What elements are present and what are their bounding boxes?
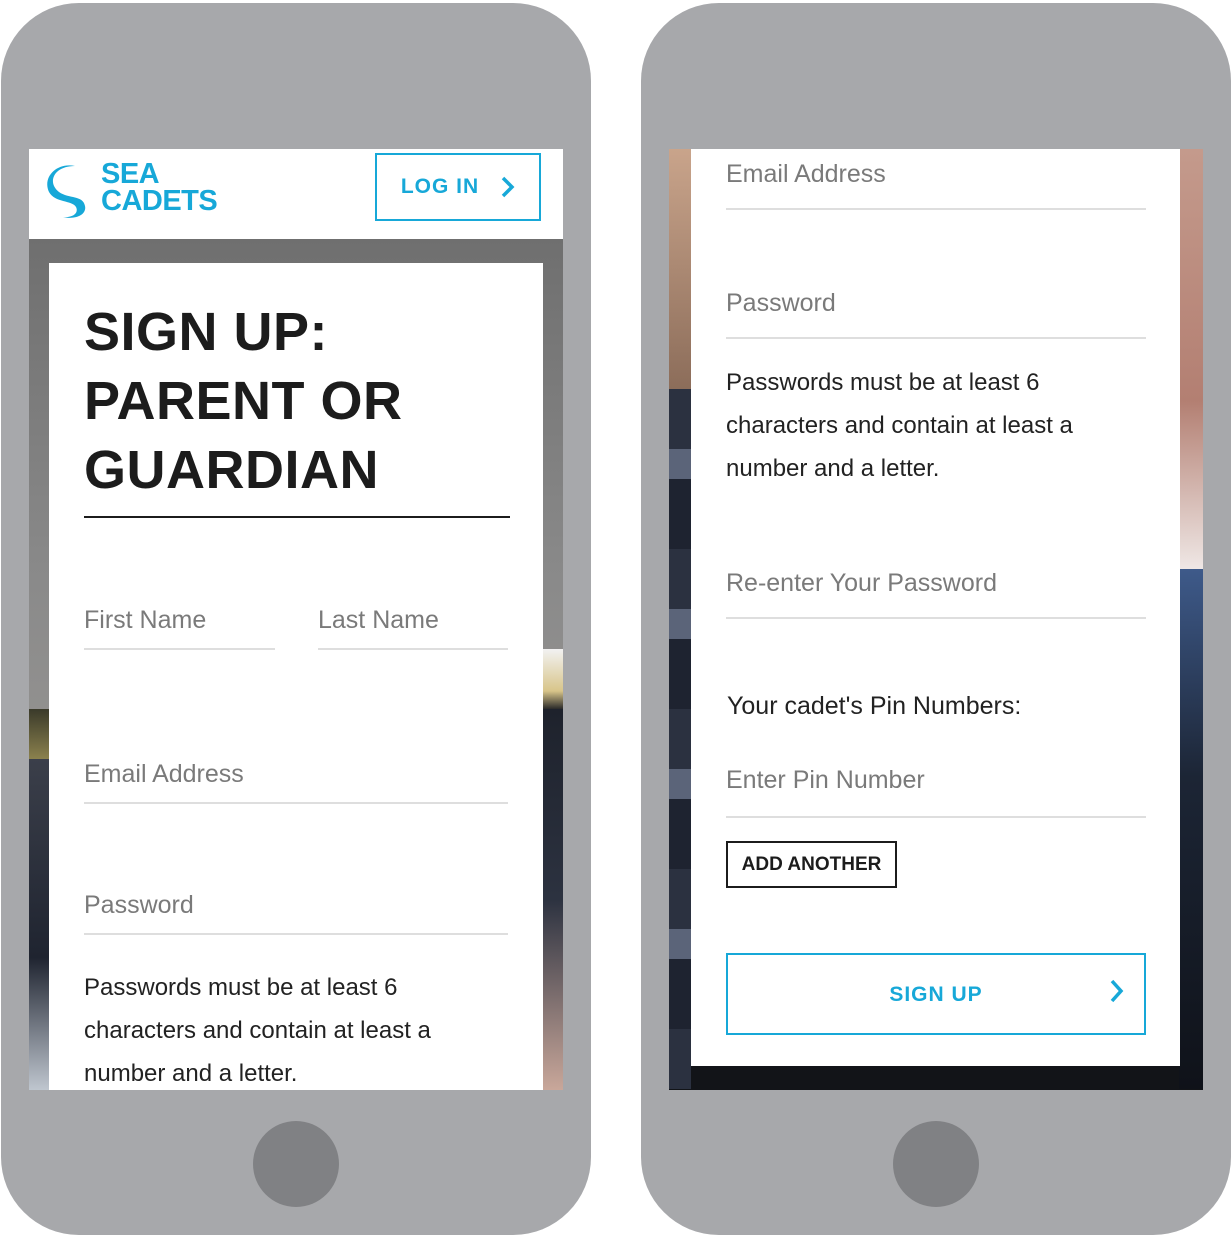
logo-text-sea: SEA <box>101 158 160 190</box>
password-field[interactable]: Password <box>726 289 1146 339</box>
pin-number-field[interactable]: Enter Pin Number <box>726 766 1146 818</box>
phone-frame-right: Email Address Password Passwords must be… <box>641 3 1231 1235</box>
reenter-password-field[interactable]: Re-enter Your Password <box>726 569 1146 619</box>
first-name-field[interactable]: First Name <box>84 606 275 650</box>
add-another-button[interactable]: ADD ANOTHER <box>726 841 897 888</box>
password-hint: Passwords must be at least 6 characters … <box>84 974 431 1087</box>
email-field[interactable]: Email Address <box>726 160 1146 210</box>
sea-cadets-wave-logo-icon <box>47 165 86 218</box>
password-field[interactable]: Password <box>84 891 508 935</box>
sea-cadets-logo[interactable]: SEA CADETS <box>45 158 245 221</box>
pin-numbers-label: Your cadet's Pin Numbers: <box>727 692 1022 720</box>
phone-screen-left: SEA CADETS LOG IN SIGN UP: PARENT OR GUA… <box>29 149 563 1090</box>
login-button-label: LOG IN <box>400 175 480 198</box>
chevron-right-icon <box>1110 979 1124 1003</box>
page-title: SIGN UP: PARENT OR GUARDIAN <box>84 302 403 500</box>
site-header: SEA CADETS LOG IN <box>29 149 563 239</box>
login-button[interactable]: LOG IN <box>375 153 541 221</box>
logo-text-cadets: CADETS <box>101 185 218 217</box>
title-divider <box>84 516 510 518</box>
signup-form-card: Email Address Password Passwords must be… <box>691 149 1180 1066</box>
sign-up-button-label: SIGN UP <box>889 983 983 1006</box>
chevron-right-icon <box>501 176 515 198</box>
phone-screen-right: Email Address Password Passwords must be… <box>669 149 1203 1090</box>
phone-frame-left: SEA CADETS LOG IN SIGN UP: PARENT OR GUA… <box>1 3 591 1235</box>
last-name-field[interactable]: Last Name <box>318 606 508 650</box>
home-button[interactable] <box>253 1121 339 1207</box>
sign-up-button[interactable]: SIGN UP <box>726 953 1146 1035</box>
signup-form-card: SIGN UP: PARENT OR GUARDIAN First Name L… <box>49 263 543 1090</box>
email-field[interactable]: Email Address <box>84 760 508 804</box>
home-button[interactable] <box>893 1121 979 1207</box>
password-hint: Passwords must be at least 6 characters … <box>726 369 1073 482</box>
